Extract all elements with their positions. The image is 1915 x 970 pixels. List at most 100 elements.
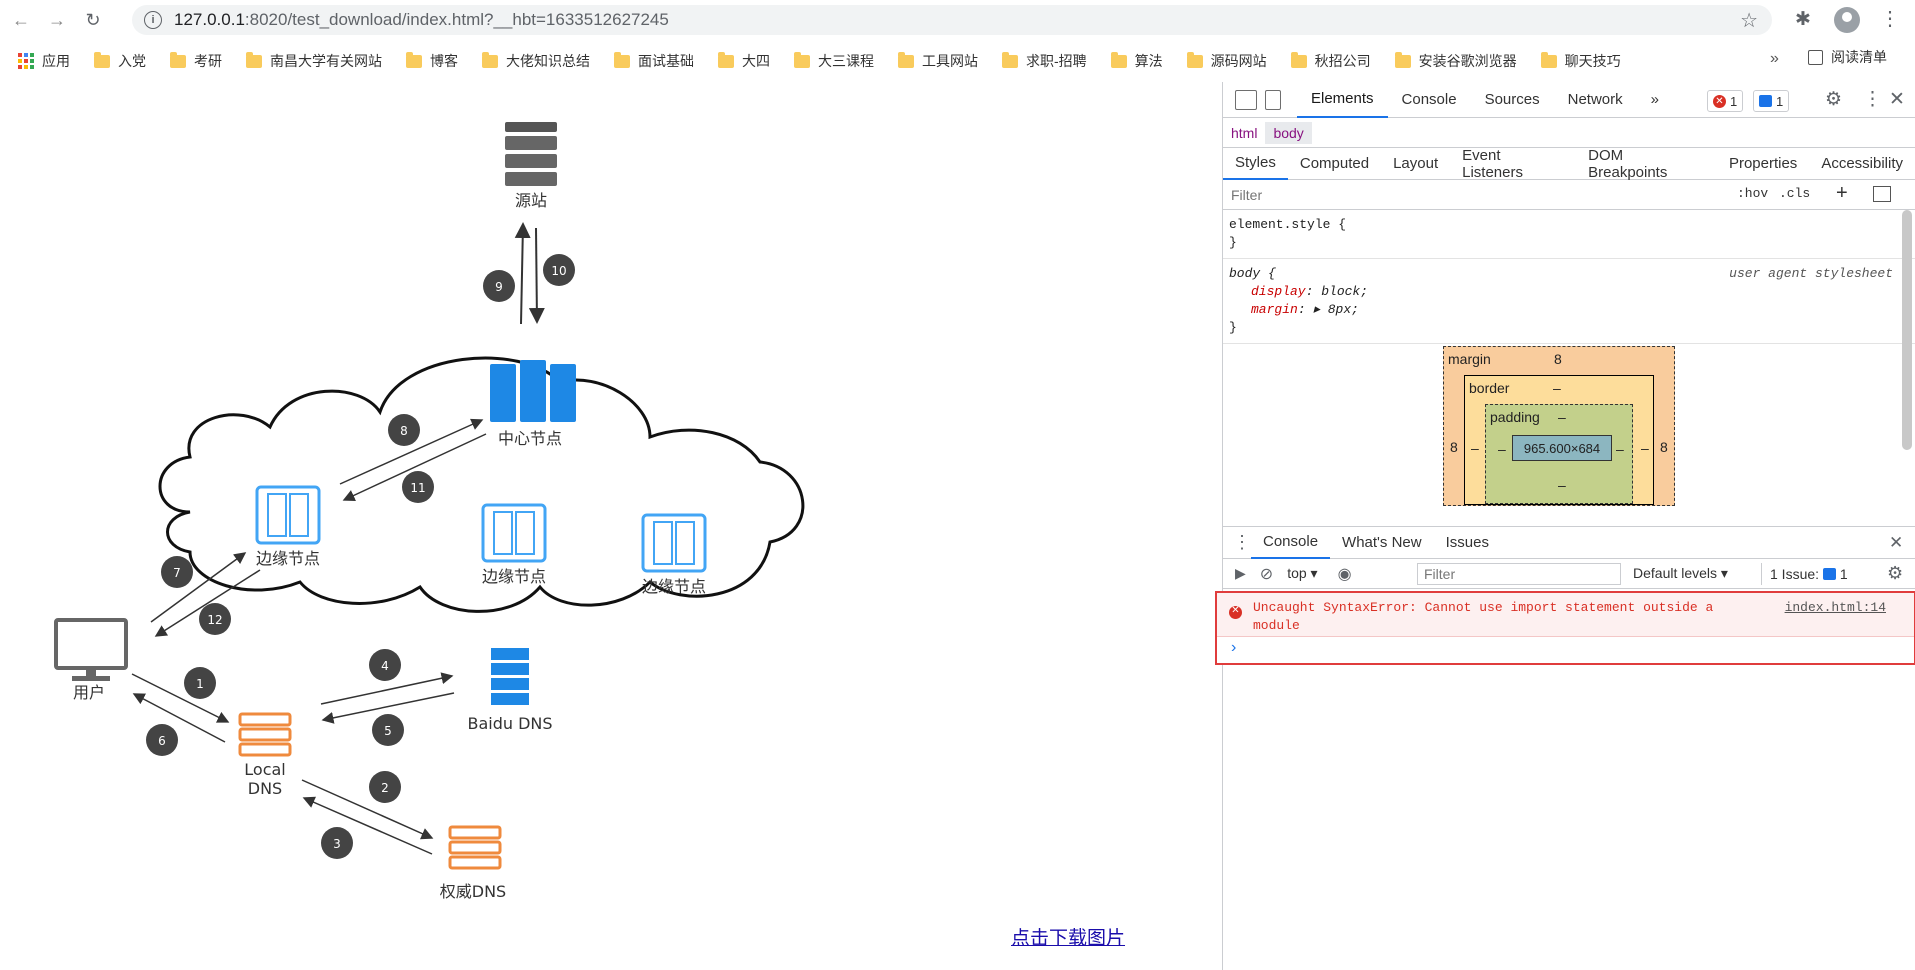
bookmark-folder-13[interactable]: 秋招公司 [1285,48,1377,74]
subtab-styles[interactable]: Styles [1223,148,1288,180]
devtools-menu-icon[interactable]: ⋮ [1863,88,1882,111]
apps-grid-icon [18,53,34,69]
cdn-diagram: 源站 9 10 中心节点 边缘节点 边缘节点 边缘节点 8 11 用户 7 12… [54,122,805,901]
log-levels-dropdown[interactable]: Default levels ▾ [1633,565,1728,582]
subtab-computed[interactable]: Computed [1288,148,1381,180]
styles-filter-input[interactable] [1231,186,1711,203]
body-ua-rule[interactable]: body { user agent stylesheet display: bl… [1223,259,1915,344]
drawer-tab-issues[interactable]: Issues [1434,527,1501,559]
devtools-panel: Elements Console Sources Network » ✕ 1 1 … [1215,82,1915,970]
box-model-border[interactable]: border – – – padding – – – – 965.600×684 [1464,375,1654,505]
bookmark-folder-9[interactable]: 工具网站 [892,48,984,74]
cls-toggle[interactable]: .cls [1779,186,1810,201]
profile-avatar-icon[interactable] [1834,7,1860,33]
toggle-sidebar-icon[interactable] [1873,186,1891,202]
subtab-properties[interactable]: Properties [1717,148,1809,180]
box-model-content[interactable]: 965.600×684 [1512,435,1612,461]
box-model-diagram: margin 8 8 8 border – – – padding – – – … [1443,346,1675,506]
bookmarks-more-button[interactable]: » [1770,50,1779,68]
console-filter-input[interactable]: Filter [1417,563,1621,585]
close-drawer-icon[interactable]: ✕ [1889,533,1903,553]
styles-scrollbar[interactable] [1902,210,1912,450]
reading-list-button[interactable]: 阅读清单 [1808,47,1887,67]
folder-icon [718,51,734,68]
bookmark-folder-3[interactable]: 南昌大学有关网站 [240,48,388,74]
context-selector[interactable]: top ▾ [1287,565,1317,582]
back-icon[interactable]: ← [6,5,36,35]
folder-icon [794,51,810,68]
bookmark-star-icon[interactable]: ☆ [1740,8,1758,33]
error-text-line-2: module [1253,618,1300,633]
issues-counter-button[interactable]: 1 Issue: 1 [1761,563,1848,585]
edge-node-2-label: 边缘节点 [482,567,546,586]
extensions-icon[interactable]: ✱ [1795,8,1811,31]
bookmark-label: 考研 [194,53,222,69]
bookmark-folder-6[interactable]: 面试基础 [608,48,700,74]
styles-filter-bar: :hov .cls + [1223,180,1915,210]
console-prompt-icon[interactable]: › [1231,639,1236,657]
show-sidebar-icon[interactable]: ▶ [1235,565,1246,582]
console-error-entry[interactable]: ✕ Uncaught SyntaxError: Cannot use impor… [1215,591,1915,665]
box-model-margin[interactable]: margin 8 8 8 border – – – padding – – – … [1443,346,1675,506]
bookmark-folder-4[interactable]: 博客 [400,48,464,74]
drawer-menu-icon[interactable]: ⋮ [1233,532,1251,553]
bookmark-folder-11[interactable]: 算法 [1105,48,1169,74]
subtab-layout[interactable]: Layout [1381,148,1450,180]
element-style-rule[interactable]: element.style { } [1223,210,1915,259]
reload-icon[interactable]: ↻ [78,5,108,35]
drawer-tab-console[interactable]: Console [1251,527,1331,559]
folder-icon [1186,51,1203,68]
page-content: 源站 9 10 中心节点 边缘节点 边缘节点 边缘节点 8 11 用户 7 12… [0,82,1222,970]
bookmark-folder-5[interactable]: 大佬知识总结 [476,48,596,74]
bookmark-folder-15[interactable]: 聊天技巧 [1535,48,1627,74]
bookmark-folder-8[interactable]: 大三课程 [788,48,880,74]
subtab-dom-breakpoints[interactable]: DOM Breakpoints [1576,147,1717,181]
bookmark-folder-1[interactable]: 入党 [88,48,152,74]
device-toolbar-icon[interactable] [1265,89,1281,110]
tab-elements[interactable]: Elements [1297,82,1388,118]
download-image-link[interactable]: 点击下载图片 [1011,923,1125,950]
site-info-icon[interactable]: i [144,11,162,29]
reading-list-icon [1808,49,1823,65]
settings-gear-icon[interactable]: ⚙ [1825,88,1842,111]
console-settings-gear-icon[interactable]: ⚙ [1887,563,1903,584]
rule-close: } [1229,235,1237,250]
bookmark-folder-2[interactable]: 考研 [164,48,228,74]
message-icon [1759,95,1772,107]
clear-console-icon[interactable]: ⊘ [1260,564,1273,584]
hov-toggle[interactable]: :hov [1737,186,1768,201]
bookmark-folder-14[interactable]: 安装谷歌浏览器 [1389,48,1523,74]
message-count-badge[interactable]: 1 [1753,90,1790,112]
bookmark-folder-7[interactable]: 大四 [712,48,776,74]
forward-icon[interactable]: → [42,5,72,35]
subtab-accessibility[interactable]: Accessibility [1809,148,1915,180]
close-devtools-icon[interactable]: ✕ [1889,88,1905,111]
bookmark-folder-12[interactable]: 源码网站 [1181,48,1273,74]
live-expression-eye-icon[interactable]: ◉ [1338,564,1352,584]
url-text[interactable]: 127.0.0.1:8020/test_download/index.html?… [174,10,669,30]
breadcrumb-html[interactable]: html [1223,122,1265,144]
subtab-event-listeners[interactable]: Event Listeners [1450,147,1576,181]
error-count-badge[interactable]: ✕ 1 [1707,90,1744,112]
error-source-link[interactable]: index.html:14 [1785,599,1886,617]
new-rule-icon[interactable]: + [1836,182,1848,205]
tab-sources[interactable]: Sources [1471,82,1554,118]
more-tabs-button[interactable]: » [1637,82,1673,118]
breadcrumb-body[interactable]: body [1265,121,1312,144]
authoritative-dns-label: 权威DNS [440,882,506,901]
folder-icon [482,51,498,68]
devtools-main-tabs: Elements Console Sources Network » ✕ 1 1 … [1223,82,1915,118]
tab-network[interactable]: Network [1554,82,1637,118]
drawer-tab-whats-new[interactable]: What's New [1330,527,1434,559]
inspect-element-icon[interactable] [1235,89,1257,110]
address-bar[interactable]: i 127.0.0.1:8020/test_download/index.htm… [132,5,1772,35]
edge-node-3-label: 边缘节点 [642,577,706,596]
box-model-padding[interactable]: padding – – – – 965.600×684 [1485,404,1633,504]
bookmark-apps[interactable]: 应用 [12,48,76,74]
svg-text:3: 3 [333,837,341,851]
bookmark-folder-10[interactable]: 求职-招聘 [996,48,1093,74]
tab-console[interactable]: Console [1388,82,1471,118]
issue-icon [1822,568,1836,580]
browser-menu-icon[interactable]: ⋮ [1880,6,1900,31]
svg-text:4: 4 [381,659,389,673]
